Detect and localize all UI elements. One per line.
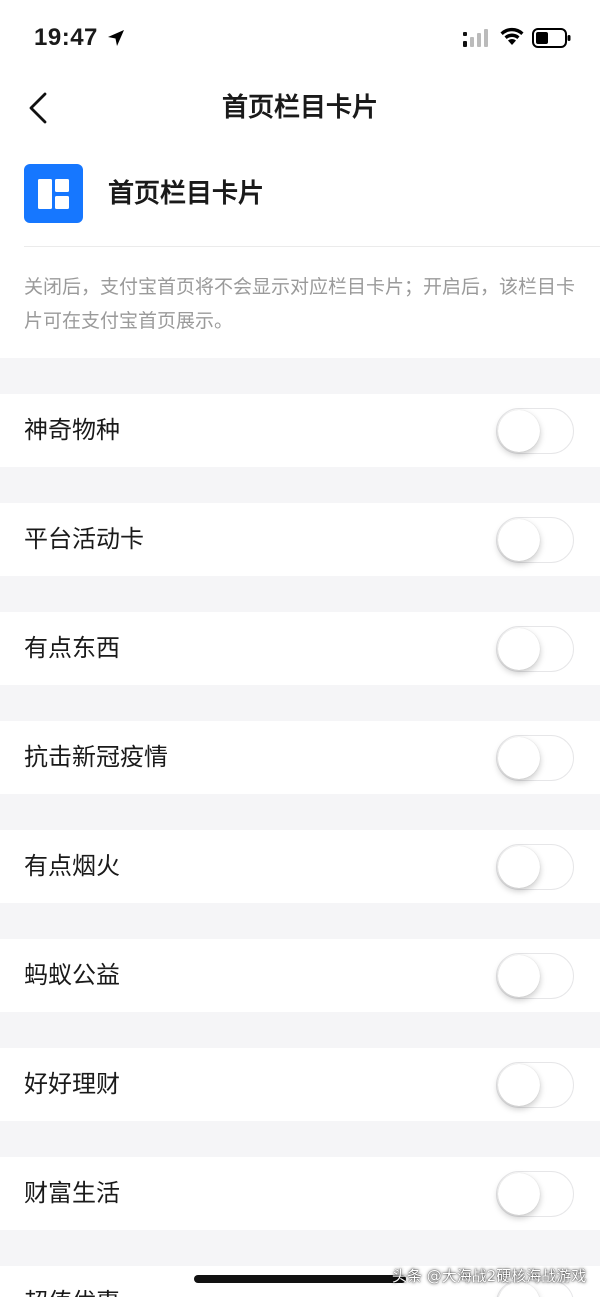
status-time-text: 19:47 bbox=[34, 24, 98, 51]
toggle-switch[interactable] bbox=[496, 844, 574, 890]
toggle-switch[interactable] bbox=[496, 408, 574, 454]
toggle-switch[interactable] bbox=[496, 735, 574, 781]
toggle-knob bbox=[498, 955, 540, 997]
toggle-switch[interactable] bbox=[496, 953, 574, 999]
section-gap bbox=[0, 1121, 600, 1157]
wifi-icon bbox=[500, 27, 524, 45]
watermark-text: 头条 @大海战2硬核海战游戏 bbox=[392, 1267, 587, 1285]
list-item: 抗击新冠疫情 bbox=[0, 721, 600, 794]
nav-bar: 首页栏目卡片 bbox=[0, 78, 600, 136]
section-gap bbox=[0, 1012, 600, 1048]
location-arrow-icon bbox=[107, 30, 124, 46]
list-item-label: 有点东西 bbox=[24, 634, 120, 662]
list-item: 蚂蚁公益 bbox=[0, 939, 600, 1012]
toggle-knob bbox=[498, 519, 540, 561]
toggle-switch[interactable] bbox=[496, 1171, 574, 1217]
toggle-knob bbox=[498, 410, 540, 452]
list-item-label: 蚂蚁公益 bbox=[24, 961, 120, 989]
list-item: 有点东西 bbox=[0, 612, 600, 685]
home-indicator[interactable] bbox=[194, 1275, 406, 1283]
signal-icon bbox=[463, 29, 488, 47]
section-gap bbox=[0, 903, 600, 939]
toggle-list: 神奇物种 平台活动卡 有点东西 抗击新冠疫情 有点烟火 蚂蚁公益 好好理财 财富… bbox=[0, 358, 600, 1297]
section-gap bbox=[0, 685, 600, 721]
toggle-switch[interactable] bbox=[496, 1062, 574, 1108]
toggle-switch[interactable] bbox=[496, 626, 574, 672]
layout-cards-icon bbox=[24, 164, 83, 223]
list-item-label: 有点烟火 bbox=[24, 852, 120, 880]
toggle-knob bbox=[498, 1173, 540, 1215]
section-gap bbox=[0, 576, 600, 612]
toggle-knob bbox=[498, 846, 540, 888]
list-item-label: 超值优惠 bbox=[24, 1266, 120, 1297]
list-item-label: 抗击新冠疫情 bbox=[24, 743, 168, 771]
list-item-label: 平台活动卡 bbox=[24, 525, 144, 553]
list-item-label: 神奇物种 bbox=[24, 416, 120, 444]
toggle-switch[interactable] bbox=[496, 517, 574, 563]
battery-icon bbox=[532, 28, 571, 48]
page-title: 首页栏目卡片 bbox=[221, 93, 378, 123]
status-bar: 19:47 bbox=[0, 0, 600, 78]
card-header-title: 首页栏目卡片 bbox=[108, 179, 265, 209]
settings-page: 19:47 首页栏目卡片 首页栏目卡片 关闭后，支付宝首页将不会显示对应栏目卡片… bbox=[0, 0, 600, 1297]
list-item: 财富生活 bbox=[0, 1157, 600, 1230]
card-header: 首页栏目卡片 bbox=[0, 160, 600, 248]
toggle-knob bbox=[498, 628, 540, 670]
section-gap bbox=[0, 358, 600, 394]
toggle-knob bbox=[498, 737, 540, 779]
status-time: 19:47 bbox=[34, 22, 126, 54]
toggle-knob bbox=[498, 1064, 540, 1106]
list-item: 有点烟火 bbox=[0, 830, 600, 903]
list-item-label: 好好理财 bbox=[24, 1070, 120, 1098]
list-item: 神奇物种 bbox=[0, 394, 600, 467]
section-gap bbox=[0, 467, 600, 503]
description-text: 关闭后，支付宝首页将不会显示对应栏目卡片；开启后，该栏目卡片可在支付宝首页展示。 bbox=[24, 276, 576, 332]
section-gap bbox=[0, 794, 600, 830]
section-gap bbox=[0, 1230, 600, 1266]
list-item: 平台活动卡 bbox=[0, 503, 600, 576]
divider bbox=[24, 246, 600, 247]
list-item: 好好理财 bbox=[0, 1048, 600, 1121]
list-item-label: 财富生活 bbox=[24, 1179, 120, 1207]
